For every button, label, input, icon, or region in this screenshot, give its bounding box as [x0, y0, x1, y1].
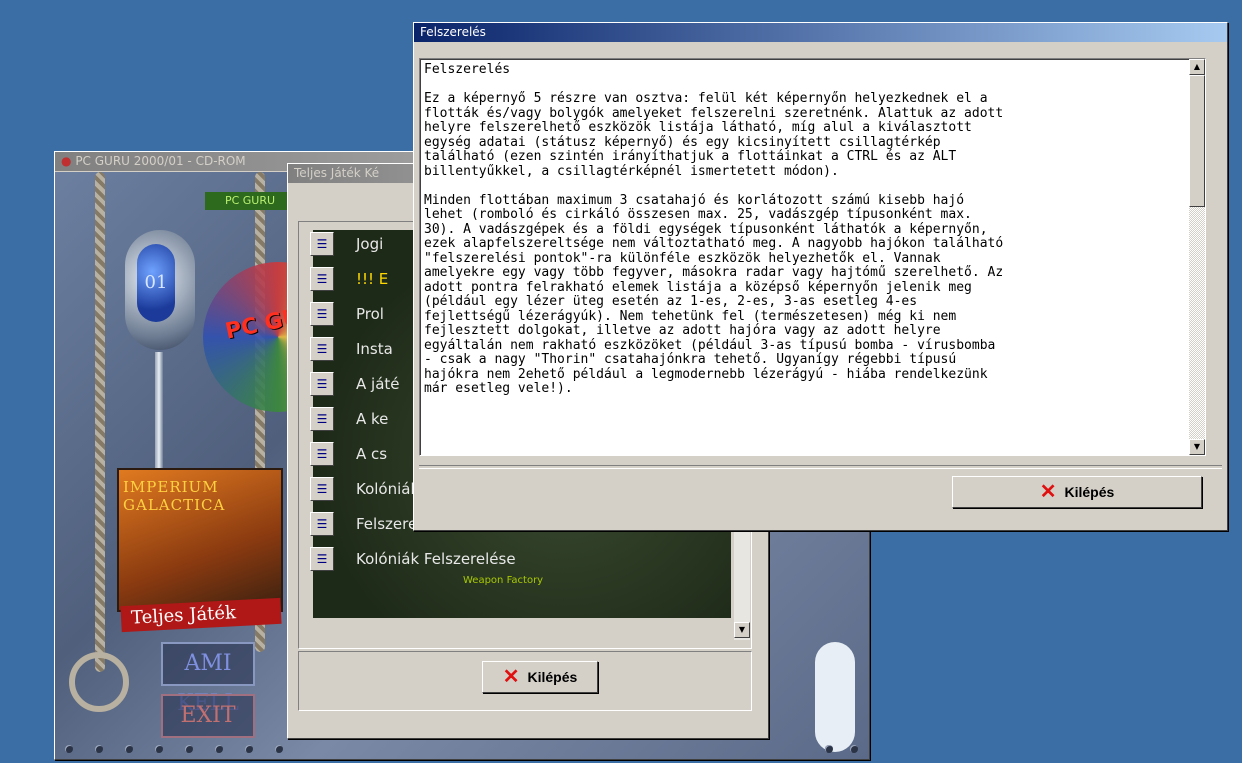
document-icon[interactable]: ☰ — [310, 407, 334, 431]
topic-list-item-label: Kolóniák — [356, 480, 420, 498]
topic-list-item-label: !!! E — [356, 270, 389, 288]
topic-list-item[interactable]: ☰ Jogi — [310, 228, 383, 260]
document-icon[interactable]: ☰ — [310, 337, 334, 361]
topic-list-item-label: Kolóniák Felszerelése — [356, 550, 516, 568]
topic-list-item[interactable]: ☰ Insta — [310, 333, 393, 365]
document-icon[interactable]: ☰ — [310, 442, 334, 466]
document-icon[interactable]: ☰ — [310, 267, 334, 291]
bg-weapon-factory-label: Weapon Factory — [463, 575, 544, 586]
topic-list-item-label: A ke — [356, 410, 389, 428]
scroll-down-button[interactable]: ▼ — [734, 622, 750, 638]
felszereles-titlebar[interactable]: Felszerelés — [414, 23, 1227, 42]
topic-list-item[interactable]: ☰ !!! E — [310, 263, 388, 295]
felszereles-exit-label: Kilépés — [1064, 484, 1115, 500]
help-text-scrollbar[interactable]: ▲ ▼ — [1189, 59, 1205, 455]
topic-list-item-label: A cs — [356, 445, 388, 463]
scroll-up-button[interactable]: ▲ — [1189, 59, 1205, 75]
game-box-art: IMPERIUM GALACTICA — [117, 468, 283, 612]
close-icon: ✕ — [502, 666, 520, 688]
topic-list-item[interactable]: ☰ Kolóniák — [310, 473, 419, 505]
help-text-area[interactable]: Felszerelés Ez a képernyő 5 részre van o… — [419, 58, 1206, 456]
document-icon[interactable]: ☰ — [310, 372, 334, 396]
topic-list-item-label: A játé — [356, 375, 400, 393]
scroll-thumb[interactable] — [1189, 75, 1205, 207]
help-text: Felszerelés Ez a képernyő 5 részre van o… — [424, 62, 1194, 397]
topic-list-item[interactable]: ☰ Prol — [310, 298, 384, 330]
guide-exit-label: Kilépés — [527, 669, 578, 685]
topic-list-item[interactable]: ☰ A cs — [310, 438, 387, 470]
scroll-down-button[interactable]: ▼ — [1189, 439, 1205, 455]
robot-eye-image: 01 — [137, 244, 175, 322]
document-icon[interactable]: ☰ — [310, 547, 334, 571]
snowman-image — [815, 642, 855, 752]
topic-list-item[interactable]: ☰ A ke — [310, 403, 388, 435]
medallion-image — [69, 652, 129, 712]
help-paragraph-2: Minden flottában maximum 3 csatahajó és … — [424, 192, 1004, 396]
robot-antenna — [155, 352, 163, 472]
close-icon: ✕ — [1039, 481, 1057, 503]
topic-list-item-label: Jogi — [356, 235, 384, 253]
guide-exit-button[interactable]: ✕ Kilépés — [482, 661, 598, 693]
felszereles-window: Felszerelés Felszerelés Ez a képernyő 5 … — [413, 22, 1228, 531]
document-icon[interactable]: ☰ — [310, 232, 334, 256]
app-icon: ● — [61, 154, 72, 168]
game-box-title: IMPERIUM GALACTICA — [123, 478, 226, 514]
rope-left — [95, 172, 105, 672]
felszereles-exit-button[interactable]: ✕ Kilépés — [952, 476, 1202, 508]
help-heading: Felszerelés — [424, 62, 511, 77]
document-icon[interactable]: ☰ — [310, 477, 334, 501]
topic-list-item-label: Insta — [356, 340, 393, 358]
topic-list-item[interactable]: ☰ A játé — [310, 368, 400, 400]
felszereles-title: Felszerelés — [420, 25, 486, 39]
topic-list-item-label: Prol — [356, 305, 384, 323]
guide-title: Teljes Játék Ké — [294, 166, 380, 180]
separator — [419, 465, 1222, 469]
document-icon[interactable]: ☰ — [310, 302, 334, 326]
brand-strip: PC GURU — [205, 192, 295, 210]
exit-button[interactable]: EXIT — [161, 694, 255, 738]
ami-kell-button[interactable]: AMI KELL — [161, 642, 255, 716]
help-paragraph-1: Ez a képernyő 5 részre van osztva: felül… — [424, 91, 1004, 179]
topic-list-item[interactable]: ☰ Kolóniák Felszerelése — [310, 543, 516, 575]
document-icon[interactable]: ☰ — [310, 512, 334, 536]
bolt-row — [55, 745, 869, 753]
game-launcher-title: PC GURU 2000/01 - CD-ROM — [75, 154, 246, 168]
